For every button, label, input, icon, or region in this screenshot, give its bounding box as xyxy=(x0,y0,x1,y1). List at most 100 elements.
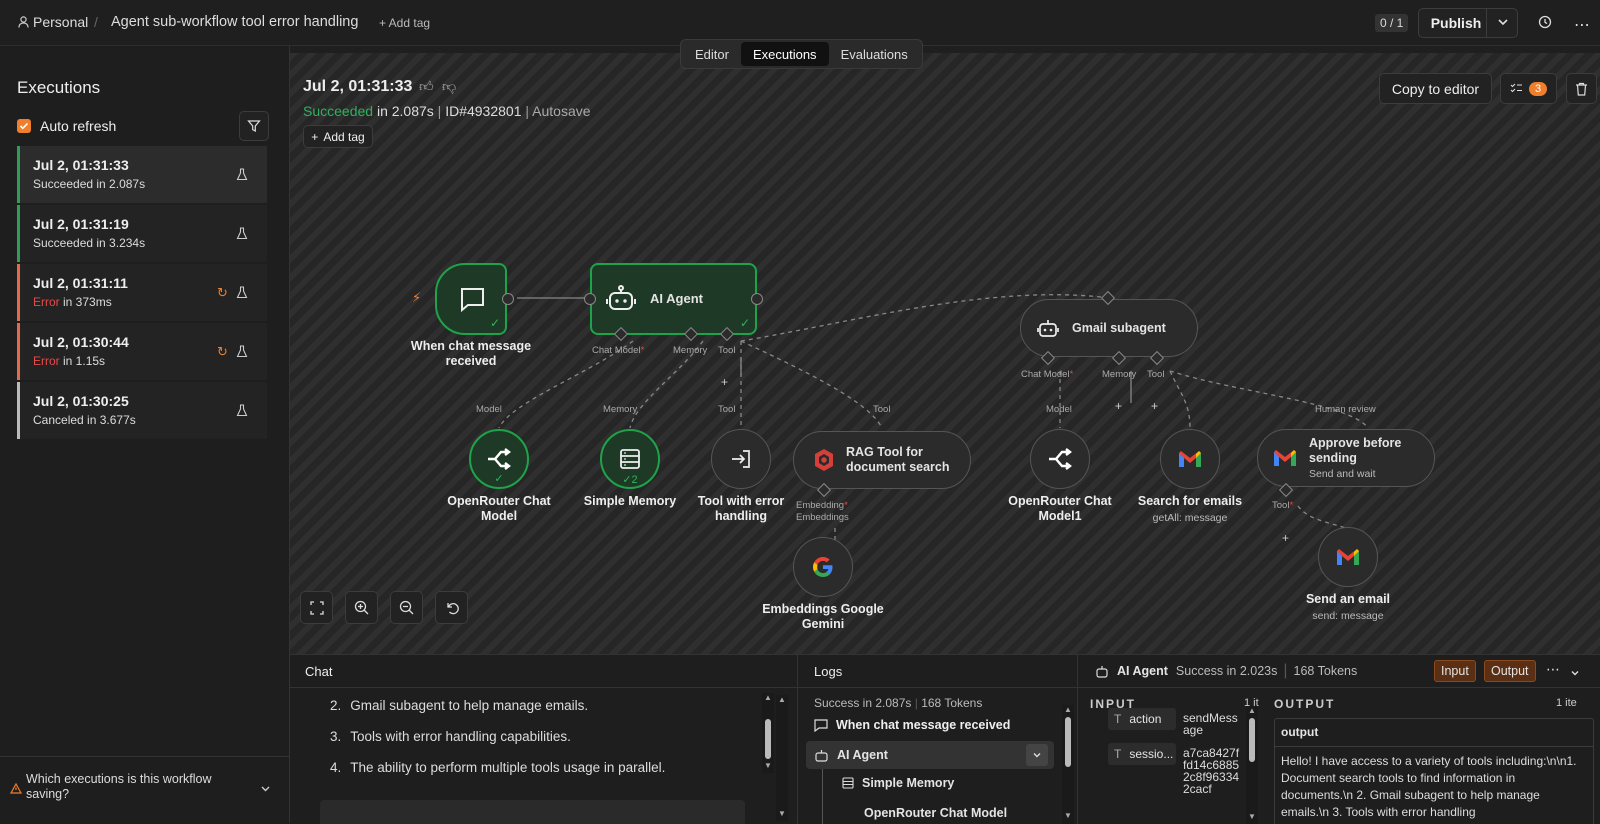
add-tool-button[interactable]: + xyxy=(1151,399,1158,413)
chat-input-box[interactable] xyxy=(320,800,745,824)
trigger-node[interactable]: ✓ xyxy=(435,263,507,335)
output-column-header: output xyxy=(1275,719,1593,747)
search-emails-label: Search for emails xyxy=(1137,494,1243,508)
tool-port-label: Tool xyxy=(718,345,736,356)
tab-executions[interactable]: Executions xyxy=(740,42,829,66)
history-icon[interactable] xyxy=(1538,15,1552,34)
output-count: 1 ite xyxy=(1556,697,1577,709)
log-item-trigger[interactable]: When chat message received xyxy=(814,718,1010,732)
execution-item[interactable]: Jul 2, 01:31:19 Succeeded in 3.234s xyxy=(17,205,267,262)
delete-button[interactable] xyxy=(1566,73,1597,104)
flask-icon[interactable] xyxy=(236,227,248,245)
flask-icon[interactable] xyxy=(236,404,248,422)
evaluations-count: 3 xyxy=(1528,81,1548,96)
logs-summary: Success in 2.087s | 168 Tokens xyxy=(814,696,983,710)
execution-time: Jul 2, 01:31:33 xyxy=(33,157,129,173)
output-port[interactable] xyxy=(751,293,763,305)
publish-label: Publish xyxy=(1430,15,1482,31)
rag-tool-node[interactable]: RAG Tool for document search xyxy=(793,431,971,489)
add-memory-button[interactable]: + xyxy=(1115,399,1122,413)
openrouter-node[interactable]: ✓ xyxy=(469,429,529,489)
trash-icon xyxy=(1576,82,1587,96)
gmail-subagent-node[interactable]: Gmail subagent xyxy=(1020,299,1198,357)
tab-editor[interactable]: Editor xyxy=(683,42,741,66)
connection-line xyxy=(1169,370,1369,429)
fit-view-button[interactable] xyxy=(300,591,333,624)
collapse-button[interactable] xyxy=(1026,744,1048,766)
add-tag-label: Add tag xyxy=(323,129,365,144)
simple-memory-node[interactable]: ✓2 xyxy=(600,429,660,489)
search-emails-node[interactable] xyxy=(1160,429,1220,489)
reset-zoom-button[interactable] xyxy=(435,591,468,624)
logs-panel: Logs Success in 2.087s | 168 Tokens When… xyxy=(798,655,1078,824)
input-toggle-button[interactable]: Input xyxy=(1434,660,1476,682)
input-scrollbar[interactable]: ▲ ▼ xyxy=(1246,706,1258,824)
zoom-out-button[interactable] xyxy=(390,591,423,624)
auto-refresh-checkbox[interactable] xyxy=(17,119,31,133)
input-port[interactable] xyxy=(584,293,596,305)
output-toggle-button[interactable]: Output xyxy=(1484,660,1536,682)
chevron-down-icon[interactable] xyxy=(1570,665,1580,683)
flask-icon[interactable] xyxy=(236,286,248,304)
project-link[interactable]: Personal xyxy=(33,14,88,30)
database-icon xyxy=(620,449,640,469)
add-tag-button[interactable]: + Add tag xyxy=(379,16,430,30)
zoom-in-button[interactable] xyxy=(345,591,378,624)
embeddings-gemini-node[interactable] xyxy=(793,537,853,597)
output-port[interactable] xyxy=(502,293,514,305)
chat-model-port-label: Chat Model* xyxy=(592,345,645,356)
check-icon: ✓ xyxy=(494,473,504,485)
log-item-memory[interactable]: Simple Memory xyxy=(842,776,954,790)
warning-icon xyxy=(9,781,23,799)
saving-question: Which executions is this workflow saving… xyxy=(26,772,212,801)
retry-icon[interactable]: ↻ xyxy=(217,285,228,301)
thumbs-up-icon[interactable]: 👍︎ xyxy=(419,78,434,95)
executions-sidebar: Executions Auto refresh Jul 2, 01:31:33 S… xyxy=(0,46,290,823)
copy-to-editor-button[interactable]: Copy to editor xyxy=(1379,73,1492,104)
execution-status: Succeeded in 3.234s xyxy=(33,236,146,250)
more-icon[interactable]: ⋯ xyxy=(1574,15,1590,35)
filter-button[interactable] xyxy=(239,111,269,141)
add-tool-button[interactable]: + xyxy=(721,375,728,389)
execution-item[interactable]: Jul 2, 01:31:11 Error in 373ms ↻ xyxy=(17,264,267,321)
add-tool-button[interactable]: + xyxy=(1282,531,1289,545)
add-tag-button[interactable]: + Add tag xyxy=(303,125,373,148)
human-review-port-label: Human review xyxy=(1315,404,1376,415)
detail-status: Success in 2.023s xyxy=(1175,664,1278,678)
chat-scrollbar[interactable]: ▲ ▼ xyxy=(762,693,774,773)
logs-scrollbar[interactable]: ▲ ▼ xyxy=(1062,705,1074,824)
send-email-node[interactable] xyxy=(1318,527,1378,587)
evaluations-badge-button[interactable]: 3 xyxy=(1500,73,1557,104)
more-icon[interactable]: ⋯ xyxy=(1546,661,1560,678)
ai-agent-node[interactable]: AI Agent ✓ xyxy=(590,263,757,335)
breadcrumb-separator: / xyxy=(94,14,98,30)
log-item-openrouter[interactable]: OpenRouter Chat Model xyxy=(842,806,1007,824)
execution-item[interactable]: Jul 2, 01:30:44 Error in 1.15s ↻ xyxy=(17,323,267,380)
chat-scrollbar-outer[interactable]: ▲ ▼ xyxy=(776,695,788,821)
log-item-agent[interactable]: AI Agent xyxy=(806,741,1054,769)
chat-title: Chat xyxy=(305,664,333,679)
tool-error-node[interactable] xyxy=(711,429,771,489)
input-value: a7ca8427ffd14c68852c8f963342cacf xyxy=(1183,746,1240,796)
workflow-title[interactable]: Agent sub-workflow tool error handling xyxy=(111,14,358,30)
flask-icon[interactable] xyxy=(236,168,248,186)
send-email-subtitle: send: message xyxy=(1312,610,1384,622)
saving-footer[interactable]: Which executions is this workflow saving… xyxy=(0,756,290,823)
trigger-node-label: When chat message received xyxy=(410,339,532,368)
chevron-down-icon xyxy=(260,781,271,799)
embeddings-gemini-label: Embeddings Google Gemini xyxy=(762,602,884,631)
thumbs-down-icon[interactable]: 👎︎ xyxy=(442,78,456,95)
execution-item[interactable]: Jul 2, 01:31:33 Succeeded in 2.087s xyxy=(17,146,267,203)
workflow-canvas[interactable]: Jul 2, 01:31:33 👍︎ 👎︎ Succeeded in 2.087… xyxy=(290,53,1600,654)
tool-error-label: Tool with error handling xyxy=(697,494,785,523)
tab-evaluations[interactable]: Evaluations xyxy=(829,42,920,66)
memory-port-label: Memory xyxy=(1102,369,1137,380)
openrouter1-node[interactable] xyxy=(1030,429,1090,489)
approve-node[interactable]: Approve before sending Send and wait xyxy=(1257,429,1435,487)
flask-icon[interactable] xyxy=(236,345,248,363)
execution-item[interactable]: Jul 2, 01:30:25 Canceled in 3.677s xyxy=(17,382,267,439)
chevron-down-icon[interactable] xyxy=(1497,15,1509,33)
ai-agent-label: AI Agent xyxy=(650,291,703,306)
execution-status: Error in 373ms xyxy=(33,295,112,309)
retry-icon[interactable]: ↻ xyxy=(217,344,228,360)
